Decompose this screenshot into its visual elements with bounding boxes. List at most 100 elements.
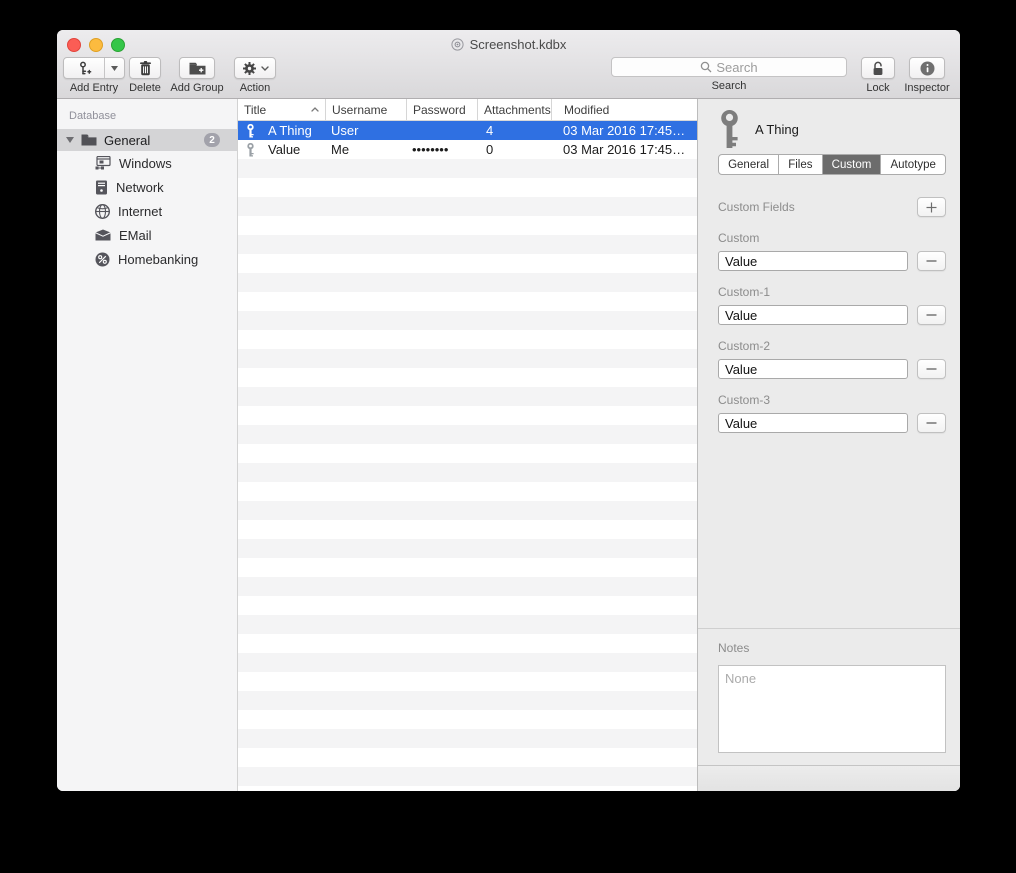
add-entry-group: Add Entry	[63, 57, 125, 94]
remove-field-button[interactable]	[917, 413, 946, 433]
add-field-button[interactable]	[917, 197, 946, 217]
cell-password: ••••••••	[406, 142, 477, 157]
field-value-input[interactable]	[718, 413, 908, 433]
notes-label: Notes	[718, 641, 749, 655]
remove-field-button[interactable]	[917, 359, 946, 379]
search-group: Search Search	[610, 57, 848, 92]
field-label: Custom	[718, 231, 946, 245]
delete-group: Delete	[123, 57, 167, 94]
table-row[interactable]: A Thing User 4 03 Mar 2016 17:45…	[238, 121, 697, 140]
key-plus-icon	[64, 61, 104, 76]
action-label: Action	[240, 82, 271, 94]
inspector-button[interactable]	[909, 57, 945, 79]
column-header-username[interactable]: Username	[325, 99, 406, 120]
folder-icon	[81, 134, 97, 146]
minus-icon	[926, 368, 937, 370]
sidebar-item-general[interactable]: General 2	[57, 129, 237, 151]
field-value-input[interactable]	[718, 359, 908, 379]
plus-icon	[926, 202, 937, 213]
app-window: Screenshot.kdbx Add Entry	[57, 30, 960, 791]
column-header-attachments[interactable]: Attachments	[477, 99, 551, 120]
tab-custom[interactable]: Custom	[822, 155, 881, 174]
sidebar-item-internet[interactable]: Internet	[57, 199, 237, 223]
key-icon	[238, 124, 262, 138]
sidebar-item-label: Network	[116, 180, 164, 195]
sidebar-children: Windows Network	[57, 151, 237, 271]
custom-field-group: Custom	[718, 231, 946, 271]
inspector-content: A Thing General Files Custom Autotype Cu…	[698, 99, 960, 433]
minus-icon	[926, 260, 937, 262]
minus-icon	[926, 422, 937, 424]
lock-label: Lock	[866, 82, 889, 94]
custom-fields-header: Custom Fields	[718, 197, 946, 217]
search-input[interactable]: Search	[611, 57, 847, 77]
add-group-button[interactable]	[179, 57, 215, 79]
tab-files[interactable]: Files	[778, 155, 821, 174]
cell-title: Value	[262, 142, 325, 157]
sidebar-item-label: General	[104, 133, 150, 148]
sidebar-section-header: Database	[69, 110, 237, 122]
trash-icon	[139, 61, 152, 76]
sidebar-item-label: Internet	[118, 204, 162, 219]
inspector-header: A Thing	[718, 109, 946, 149]
custom-field-group: Custom-1	[718, 285, 946, 325]
search-label: Search	[712, 80, 747, 92]
search-placeholder: Search	[716, 60, 757, 75]
chevron-down-icon	[261, 66, 269, 71]
custom-field-group: Custom-2	[718, 339, 946, 379]
sidebar-item-label: Windows	[119, 156, 172, 171]
sidebar-item-network[interactable]: Network	[57, 175, 237, 199]
info-icon	[920, 61, 935, 76]
sidebar-item-homebanking[interactable]: Homebanking	[57, 247, 237, 271]
lock-button[interactable]	[861, 57, 895, 79]
inspector-entry-title: A Thing	[755, 122, 799, 137]
custom-field-group: Custom-3	[718, 393, 946, 433]
minus-icon	[926, 314, 937, 316]
tab-general[interactable]: General	[719, 155, 778, 174]
action-group: Action	[231, 57, 279, 94]
column-header-title[interactable]: Title	[238, 99, 325, 120]
entry-list: Title Username Password Attachments Modi…	[238, 99, 697, 791]
action-button[interactable]	[234, 57, 276, 79]
key-icon	[238, 143, 262, 157]
add-group-label: Add Group	[170, 82, 223, 94]
add-entry-label: Add Entry	[70, 82, 118, 94]
custom-fields-label: Custom Fields	[718, 200, 795, 214]
field-value-input[interactable]	[718, 251, 908, 271]
notes-textarea[interactable]	[718, 665, 946, 753]
sidebar: Database General 2	[57, 99, 238, 791]
field-value-input[interactable]	[718, 305, 908, 325]
document-proxy-icon	[451, 38, 464, 51]
windows-icon	[95, 156, 111, 170]
cell-attachments: 0	[477, 142, 551, 157]
entry-rows: A Thing User 4 03 Mar 2016 17:45… Value …	[238, 121, 697, 791]
add-entry-button[interactable]	[63, 57, 125, 79]
entry-list-header: Title Username Password Attachments Modi…	[238, 99, 697, 121]
column-header-password[interactable]: Password	[406, 99, 477, 120]
sidebar-item-label: Homebanking	[118, 252, 198, 267]
delete-button[interactable]	[129, 57, 161, 79]
sidebar-item-email[interactable]: EMail	[57, 223, 237, 247]
table-row[interactable]: Value Me •••••••• 0 03 Mar 2016 17:45…	[238, 140, 697, 159]
column-header-modified[interactable]: Modified	[551, 99, 697, 120]
disclosure-triangle-icon[interactable]	[66, 137, 74, 143]
add-entry-dropdown[interactable]	[105, 66, 124, 71]
sidebar-item-windows[interactable]: Windows	[57, 151, 237, 175]
inspector-group: Inspector	[900, 57, 954, 94]
remove-field-button[interactable]	[917, 305, 946, 325]
cell-username: Me	[325, 142, 406, 157]
internet-icon	[95, 204, 110, 219]
tab-autotype[interactable]: Autotype	[880, 155, 945, 174]
field-label: Custom-2	[718, 339, 946, 353]
window-title: Screenshot.kdbx	[57, 37, 960, 52]
lock-group: Lock	[858, 57, 898, 94]
inspector-bottom-bar	[698, 765, 960, 791]
magnifier-icon	[700, 61, 712, 73]
cell-modified: 03 Mar 2016 17:45…	[551, 123, 697, 138]
delete-label: Delete	[129, 82, 161, 94]
add-group-group: Add Group	[167, 57, 227, 94]
remove-field-button[interactable]	[917, 251, 946, 271]
network-icon	[95, 180, 108, 195]
cell-username: User	[325, 123, 406, 138]
field-label: Custom-3	[718, 393, 946, 407]
